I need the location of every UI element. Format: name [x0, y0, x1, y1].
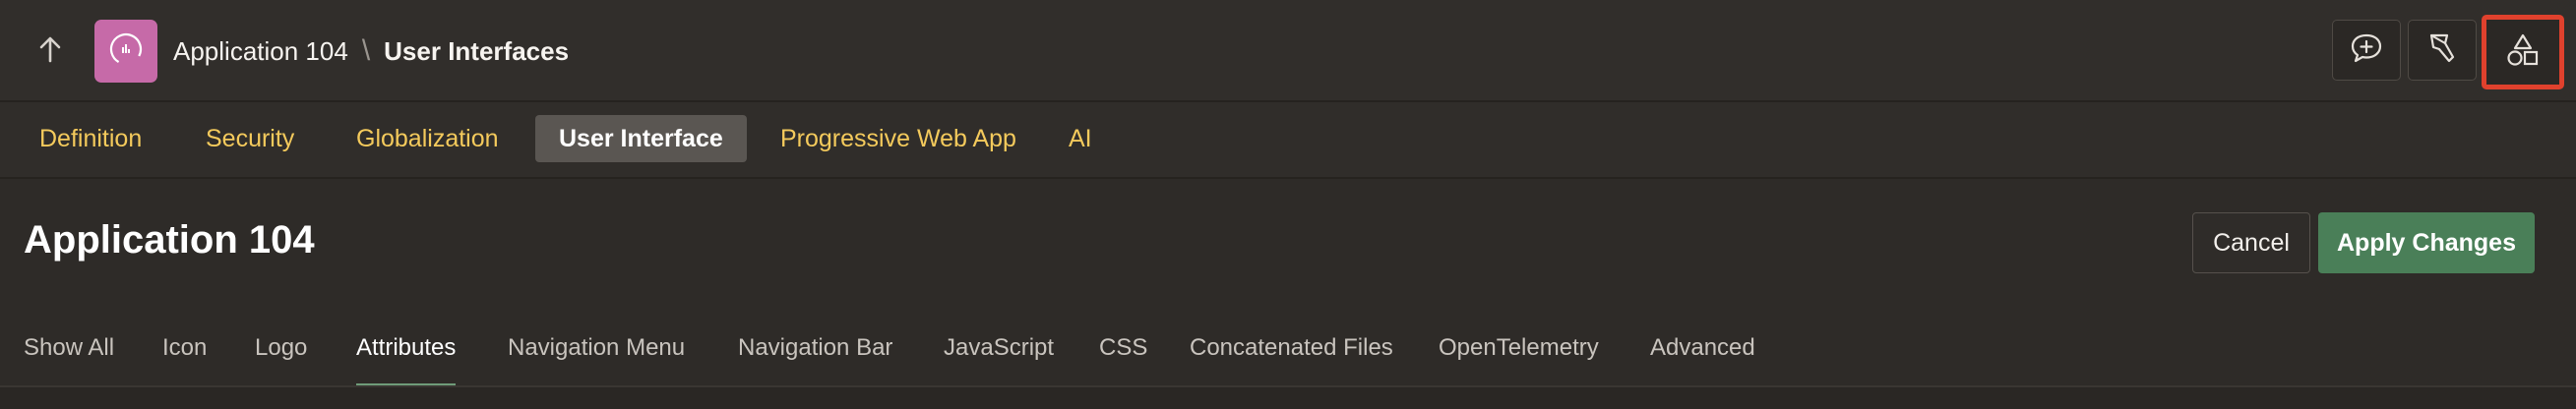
subtab-icon[interactable]: Icon — [162, 334, 207, 378]
tab-globalization[interactable]: Globalization — [333, 115, 522, 162]
tab-user-interface[interactable]: User Interface — [535, 115, 747, 162]
subtab-label: Navigation Menu — [508, 334, 686, 361]
shared-components-button[interactable] — [2482, 15, 2564, 89]
add-comment-button[interactable] — [2332, 20, 2401, 81]
app-icon[interactable] — [94, 20, 157, 83]
subtab-label: Navigation Bar — [738, 334, 893, 361]
region-tabs: Show All Icon Logo Attributes Navigation… — [0, 326, 2576, 387]
subtab-concatenated-files[interactable]: Concatenated Files — [1190, 334, 1393, 378]
subtab-label: OpenTelemetry — [1439, 334, 1599, 361]
page-frame: Application 104 \ User Interfaces Defini… — [0, 0, 2576, 409]
subtab-label: CSS — [1099, 334, 1148, 361]
subtab-css[interactable]: CSS — [1099, 334, 1147, 378]
subtab-label: Icon — [162, 334, 208, 361]
subtab-label: Advanced — [1650, 334, 1755, 361]
breadcrumb: Application 104 \ User Interfaces — [173, 31, 569, 71]
application-tabs: Definition Security Globalization User I… — [0, 102, 2576, 179]
subtab-label: Logo — [255, 334, 308, 361]
subtab-label: Concatenated Files — [1190, 334, 1393, 361]
subtab-navigation-bar[interactable]: Navigation Bar — [738, 334, 892, 378]
subtab-javascript[interactable]: JavaScript — [944, 334, 1054, 378]
page-header: Application 104 Cancel Apply Changes Sho… — [0, 179, 2576, 387]
apply-changes-button[interactable]: Apply Changes — [2318, 212, 2535, 273]
arrow-up-icon — [37, 35, 63, 68]
breadcrumb-current-page: User Interfaces — [384, 35, 570, 66]
flashlight-button[interactable] — [2408, 20, 2477, 81]
app-gauge-icon — [107, 30, 145, 73]
breadcrumb-app-link[interactable]: Application 104 — [173, 36, 348, 67]
subtab-label: Show All — [24, 334, 115, 361]
subtab-opentelemetry[interactable]: OpenTelemetry — [1439, 334, 1599, 378]
up-button[interactable] — [30, 30, 71, 72]
breadcrumb-separator: \ — [361, 34, 371, 67]
content-divider — [0, 385, 2576, 409]
subtab-advanced[interactable]: Advanced — [1650, 334, 1755, 378]
subtab-show-all[interactable]: Show All — [24, 334, 114, 378]
subtab-label: JavaScript — [944, 334, 1055, 361]
top-bar: Application 104 \ User Interfaces — [0, 0, 2576, 102]
add-comment-icon — [2349, 31, 2384, 70]
tab-ai[interactable]: AI — [1045, 115, 1116, 162]
page-title: Application 104 — [24, 218, 315, 262]
flashlight-icon — [2425, 31, 2459, 70]
cancel-button[interactable]: Cancel — [2192, 212, 2310, 273]
subtab-label: Attributes — [356, 334, 457, 361]
subtab-navigation-menu[interactable]: Navigation Menu — [508, 334, 685, 378]
shared-components-shapes-icon — [2504, 32, 2542, 73]
tab-security[interactable]: Security — [182, 115, 318, 162]
tab-progressive-web-app[interactable]: Progressive Web App — [757, 115, 1040, 162]
subtab-logo[interactable]: Logo — [255, 334, 307, 378]
tab-definition[interactable]: Definition — [16, 115, 165, 162]
subtab-attributes[interactable]: Attributes — [356, 334, 457, 387]
